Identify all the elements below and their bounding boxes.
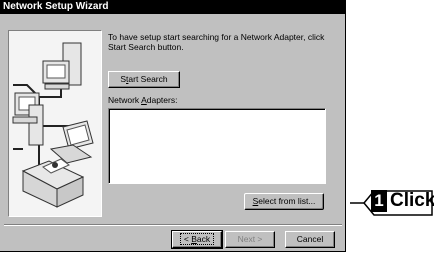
network-adapters-list[interactable] xyxy=(108,108,326,184)
title-bar: Network Setup Wizard xyxy=(0,0,345,14)
cancel-button[interactable]: Cancel xyxy=(285,231,335,248)
step-number-badge: 1 xyxy=(371,190,387,212)
computer-icon xyxy=(12,92,44,146)
network-adapters-label: Network Adapters: xyxy=(108,95,178,105)
back-button-focus: < Back xyxy=(179,233,215,245)
click-annotation-text: Click xyxy=(390,190,434,211)
back-button[interactable]: < Back xyxy=(171,230,223,249)
start-search-button[interactable]: Start Search xyxy=(108,71,180,88)
window-title: Network Setup Wizard xyxy=(3,1,109,12)
select-from-list-button[interactable]: Select from list... xyxy=(244,193,324,210)
instructions-text: To have setup start searching for a Netw… xyxy=(108,32,325,52)
separator xyxy=(4,224,342,226)
printer-icon xyxy=(21,158,85,208)
next-button[interactable]: Next > xyxy=(225,231,275,248)
wizard-illustration xyxy=(8,30,102,217)
computer-icon xyxy=(42,42,82,90)
network-setup-wizard-dialog: Network Setup Wizard To have setup start… xyxy=(0,0,346,252)
laptop-icon xyxy=(49,120,94,164)
network-illustration-icon xyxy=(12,42,94,208)
